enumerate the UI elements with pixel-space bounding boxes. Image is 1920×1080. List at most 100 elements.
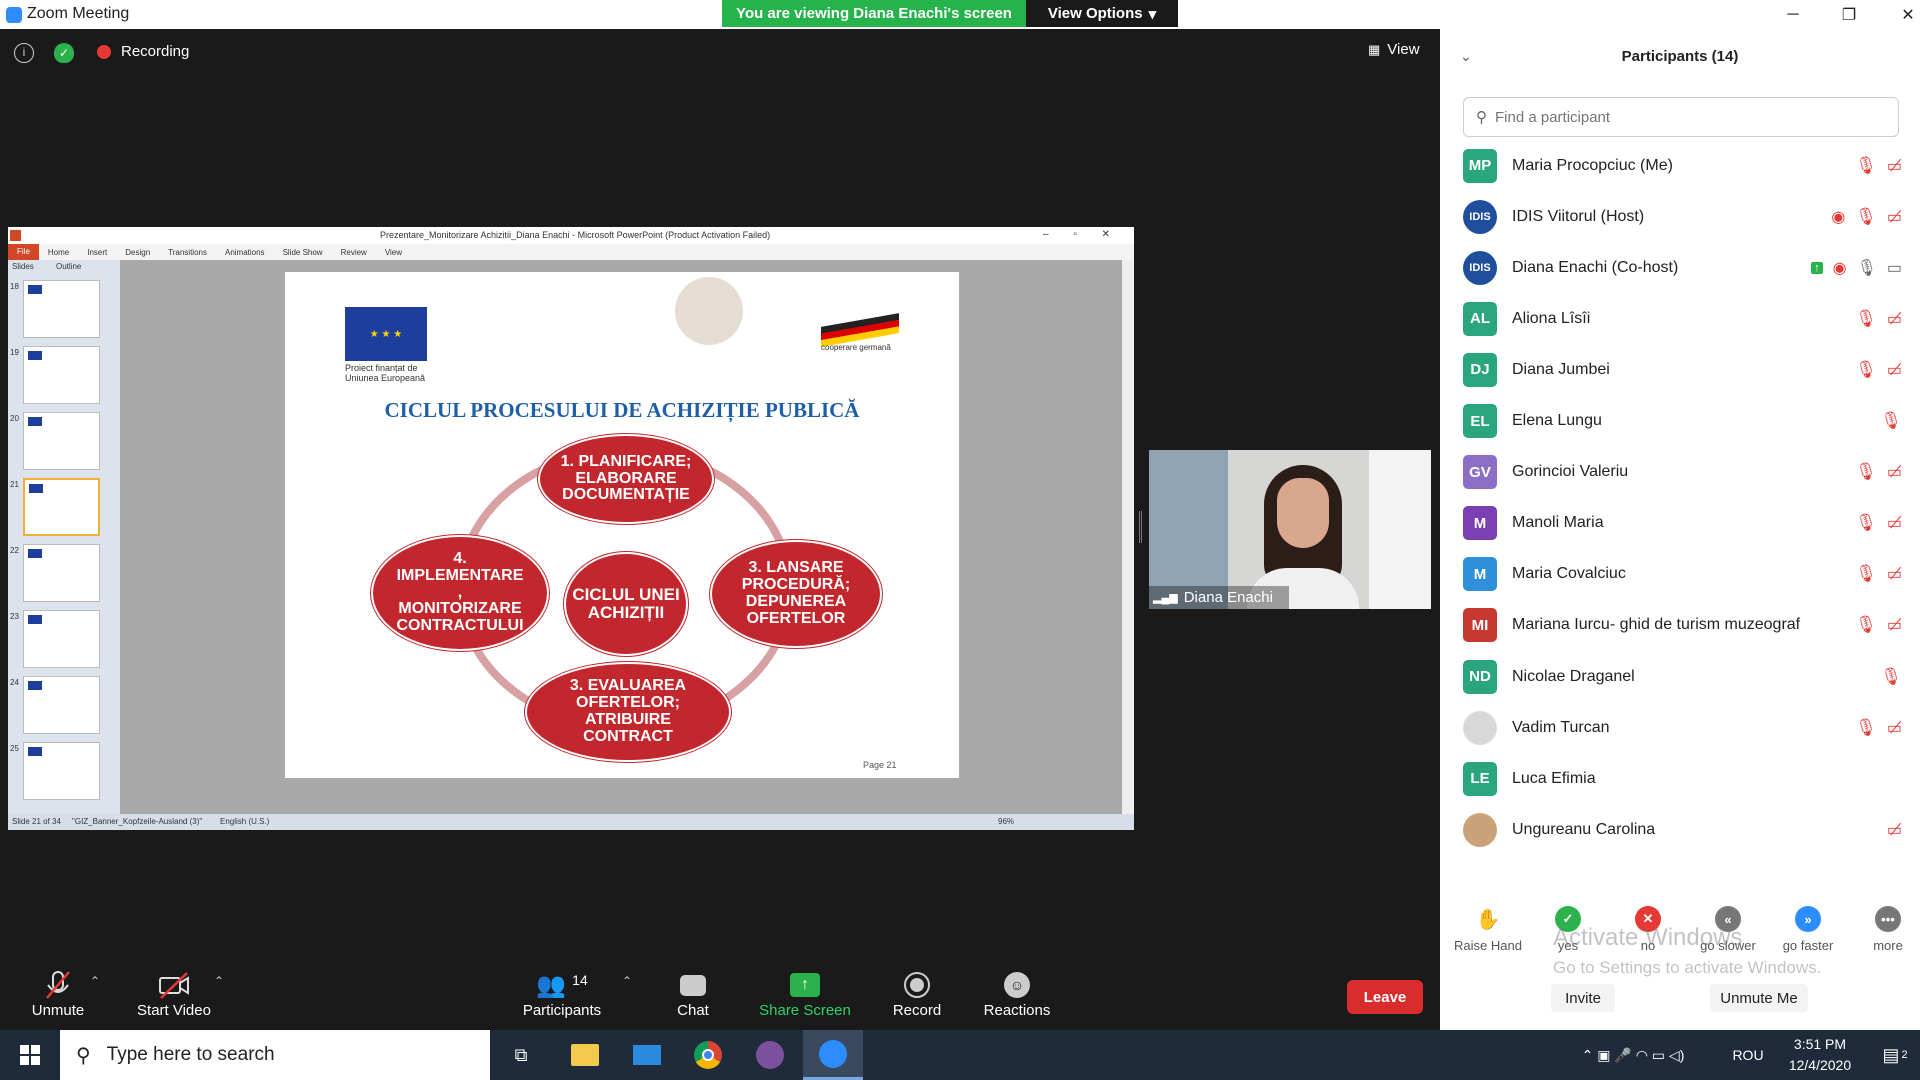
maximize-button[interactable]: ❐ (1826, 0, 1872, 29)
taskbar-search[interactable]: ⚲ Type here to search (60, 1030, 490, 1080)
chrome-icon[interactable] (683, 1030, 733, 1080)
video-options-caret[interactable]: ⌃ (214, 974, 224, 988)
slide-thumbnail[interactable] (23, 742, 100, 800)
record-button[interactable]: Record (886, 968, 948, 1019)
chat-label: Chat (677, 1002, 709, 1019)
ppt-window-controls[interactable]: – ▫ ✕ (1043, 229, 1110, 240)
ppt-tab-2[interactable]: Insert (78, 248, 116, 257)
ppt-title: Prezentare_Monitorizare Achizitii_Diana … (380, 230, 771, 240)
view-button[interactable]: ▦ View (1368, 41, 1420, 58)
video-icon: ▭ (1886, 259, 1902, 277)
participant-row[interactable]: Ungureanu Carolina ▭̸ (1440, 804, 1920, 855)
ppt-tab-4[interactable]: Transitions (159, 248, 216, 257)
participant-row[interactable]: IDIS IDIS Viitorul (Host) ◉ 🎙︎ ▭̸ (1440, 191, 1920, 242)
participant-status-icons: 🎙︎ ▭̸ (1855, 615, 1902, 635)
slide-thumbnail[interactable] (23, 544, 100, 602)
pane-tab-outline[interactable]: Outline (56, 262, 81, 271)
watermark-title: Activate Windows (1553, 924, 1743, 951)
go-faster-button[interactable]: » go faster (1768, 906, 1848, 953)
chat-button[interactable]: Chat (664, 968, 722, 1019)
file-explorer-icon[interactable] (560, 1030, 610, 1080)
slide-thumbnail[interactable] (23, 610, 100, 668)
slide-thumbnail[interactable] (23, 412, 100, 470)
slide-thumbnail[interactable] (23, 676, 100, 734)
ppt-tab-8[interactable]: View (376, 248, 411, 257)
recording-icon: ◉ (1832, 259, 1847, 277)
participants-options-caret[interactable]: ⌃ (622, 974, 632, 988)
mail-icon[interactable] (622, 1030, 672, 1080)
clock-time: 3:51 PM (1793, 1036, 1847, 1052)
zoom-taskbar-icon[interactable] (803, 1030, 863, 1080)
more-button[interactable]: ••• more (1848, 906, 1920, 953)
avatar: MI (1463, 608, 1497, 643)
participant-search[interactable]: ⚲ (1463, 97, 1899, 137)
participant-row[interactable]: M Manoli Maria 🎙︎ ▭̸ (1440, 498, 1920, 549)
task-view-icon[interactable]: ⧉ (496, 1030, 546, 1080)
notification-icon[interactable]: ▤ 2 (1870, 1030, 1920, 1080)
viber-icon[interactable] (745, 1030, 795, 1080)
slide-thumbnail[interactable] (23, 346, 100, 404)
viewing-banner-text: You are viewing Diana Enachi's screen (736, 5, 1012, 22)
participant-name: IDIS Viitorul (Host) (1512, 207, 1645, 225)
audio-options-caret[interactable]: ⌃ (90, 974, 100, 988)
participant-row[interactable]: AL Aliona Lîsîi 🎙︎ ▭̸ (1440, 293, 1920, 344)
system-tray-icons[interactable]: ⌃ ▣ 🎤 ◠ ▭ ◁) (1548, 1030, 1718, 1080)
clock[interactable]: 3:51 PM 12/4/2020 (1770, 1034, 1870, 1076)
slide-number: 20 (10, 414, 19, 423)
participant-row[interactable]: EL Elena Lungu 🎙︎ (1440, 396, 1920, 447)
participants-button[interactable]: 👥 14 Participants (520, 968, 604, 1020)
window-titlebar: Zoom Meeting (0, 0, 1440, 29)
minimize-button[interactable]: ─ (1770, 0, 1816, 29)
slide-thumbnail[interactable] (23, 478, 100, 536)
video-off-icon: ▭̸ (1886, 157, 1902, 175)
invite-button[interactable]: Invite (1551, 984, 1615, 1012)
avatar: MP (1463, 148, 1497, 183)
ppt-tab-6[interactable]: Slide Show (274, 248, 332, 257)
leave-button[interactable]: Leave (1347, 980, 1423, 1014)
share-screen-icon: ↑ (790, 968, 820, 1002)
info-icon[interactable]: i (14, 43, 34, 63)
participant-row[interactable]: MI Mariana Iurcu- ghid de turism muzeogra… (1440, 600, 1920, 651)
participant-status-icons: ↑ ◉ 🎙︎ ▭ (1811, 258, 1902, 278)
ppt-tab-7[interactable]: Review (332, 248, 376, 257)
start-video-button[interactable]: Start Video (132, 968, 216, 1019)
share-screen-button[interactable]: ↑ Share Screen (756, 968, 854, 1019)
reactions-button[interactable]: ☺ Reactions (980, 968, 1054, 1019)
ppt-tab-1[interactable]: Home (39, 248, 78, 257)
close-button[interactable]: ✕ (1885, 0, 1920, 29)
chevron-down-icon: ▾ (1148, 5, 1157, 23)
language-indicator[interactable]: ROU (1728, 1030, 1768, 1080)
video-tile[interactable]: ▂▄▆ Diana Enachi (1149, 450, 1431, 609)
slide-thumbnail[interactable] (23, 280, 100, 338)
unmute-me-button[interactable]: Unmute Me (1710, 984, 1808, 1012)
ppt-tab-5[interactable]: Animations (216, 248, 274, 257)
unmute-button[interactable]: Unmute (24, 968, 92, 1019)
windows-start-icon[interactable] (0, 1030, 60, 1080)
ppt-vscrollbar[interactable] (1122, 260, 1134, 814)
mic-muted-icon: 🎙︎ (1880, 666, 1902, 686)
participant-row[interactable]: GV Gorincioi Valeriu 🎙︎ ▭̸ (1440, 447, 1920, 498)
pane-tab-slides[interactable]: Slides (12, 262, 34, 271)
raise-hand-button[interactable]: ✋ Raise Hand (1448, 906, 1528, 954)
participant-row[interactable]: M Maria Covalciuc 🎙︎ ▭̸ (1440, 549, 1920, 600)
avatar: IDIS (1463, 250, 1497, 285)
participant-row[interactable]: DJ Diana Jumbei 🎙︎ ▭̸ (1440, 344, 1920, 395)
avatar: GV (1463, 455, 1497, 490)
participant-row[interactable]: IDIS Diana Enachi (Co-host) ↑ ◉ 🎙︎ ▭ (1440, 242, 1920, 293)
slide-number: 19 (10, 348, 19, 357)
participant-name: Vadim Turcan (1512, 718, 1610, 736)
ppt-tab-3[interactable]: Design (116, 248, 159, 257)
participant-row[interactable]: Vadim Turcan 🎙︎ ▭̸ (1440, 702, 1920, 753)
participant-row[interactable]: LE Luca Efimia (1440, 753, 1920, 804)
search-input[interactable] (1495, 108, 1875, 126)
ppt-tab-0[interactable]: File (8, 244, 39, 260)
view-options-button[interactable]: View Options ▾ (1026, 0, 1178, 27)
cycle-step-3a: 3. LANSARE PROCEDURĂ; DEPUNEREA OFERTELO… (710, 540, 882, 648)
participant-name: Diana Jumbei (1512, 360, 1610, 378)
participant-row[interactable]: ND Nicolae Draganel 🎙︎ (1440, 651, 1920, 702)
video-resize-handle[interactable] (1139, 511, 1142, 543)
shield-icon[interactable]: ✓ (54, 43, 74, 63)
view-label: View (1387, 41, 1420, 58)
participant-row[interactable]: MP Maria Procopciuc (Me) 🎙︎ ▭̸ (1440, 140, 1920, 191)
video-off-icon: ▭̸ (1886, 515, 1902, 533)
